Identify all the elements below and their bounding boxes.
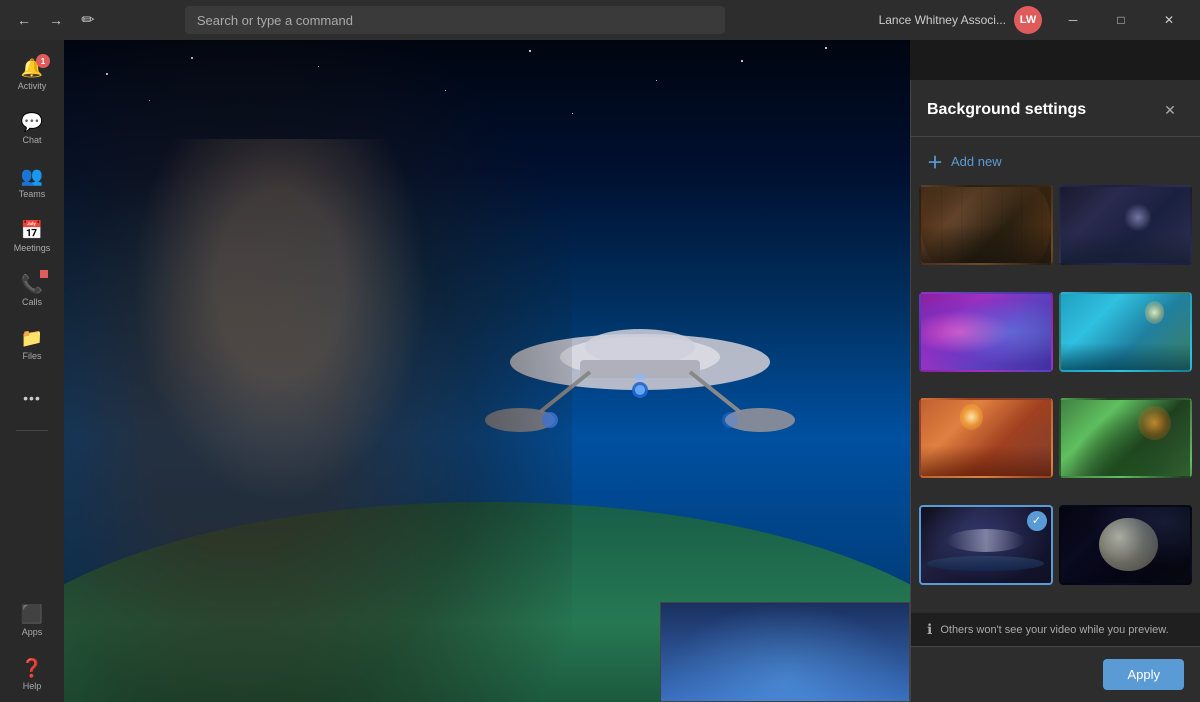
add-icon: ＋	[927, 149, 943, 173]
notice-bar: ℹ Others won't see your video while you …	[911, 613, 1200, 646]
thumb-overlay	[921, 446, 1051, 476]
title-bar: ← → ✏ Search or type a command Lance Whi…	[0, 0, 1200, 40]
sidebar-label-help: Help	[23, 681, 42, 691]
sidebar-item-help[interactable]: ❓ Help	[8, 648, 56, 700]
sidebar-item-apps[interactable]: ⬛ Apps	[8, 594, 56, 646]
video-preview-thumbnail	[660, 602, 910, 702]
face-highlight	[132, 139, 428, 503]
bg-thumbnail-4[interactable]	[1059, 292, 1193, 372]
meetings-icon: 📅	[21, 220, 43, 241]
apply-button[interactable]: Apply	[1103, 659, 1184, 690]
sidebar-divider	[16, 430, 48, 431]
sidebar-label-calls: Calls	[22, 297, 42, 307]
add-new-label: Add new	[951, 154, 1002, 169]
chat-icon: 💬	[21, 112, 43, 133]
star	[741, 60, 743, 62]
selected-checkmark: ✓	[1027, 511, 1047, 531]
sidebar-item-files[interactable]: 📁 Files	[8, 318, 56, 370]
info-icon: ℹ	[927, 621, 932, 638]
bg-thumbnail-1[interactable]	[919, 185, 1053, 265]
thumb-decoration	[921, 187, 960, 263]
add-new-button[interactable]: ＋ Add new	[911, 137, 1200, 185]
background-grid: ✓	[911, 185, 1200, 613]
bg-thumbnail-8[interactable]	[1059, 505, 1193, 585]
thumb-moon	[1125, 202, 1151, 232]
star	[572, 113, 573, 114]
sidebar-label-apps: Apps	[22, 627, 43, 637]
user-name-label: Lance Whitney Associ...	[879, 13, 1006, 27]
help-icon: ❓	[21, 658, 43, 679]
compose-button[interactable]: ✏	[74, 6, 102, 34]
sidebar-item-more[interactable]: •••	[8, 372, 56, 424]
thumb-ship	[947, 529, 1025, 552]
thumb-overlay	[1061, 343, 1191, 370]
panel-title: Background settings	[927, 101, 1086, 119]
nebula-blue	[921, 294, 1051, 370]
sidebar-label-teams: Teams	[19, 189, 46, 199]
thumb-space-bg	[1061, 507, 1191, 583]
thumb-ground	[1061, 400, 1191, 476]
thumb-sun2	[960, 404, 983, 431]
more-icon: •••	[23, 390, 41, 406]
nav-buttons: ← → ✏	[0, 6, 112, 34]
sidebar: 🔔 Activity 1 💬 Chat 👥 Teams 📅 Meetings 📞…	[0, 40, 64, 702]
sidebar-label-files: Files	[22, 351, 41, 361]
bg-thumbnail-2[interactable]	[1059, 185, 1193, 265]
bg-thumbnail-3[interactable]	[919, 292, 1053, 372]
search-bar[interactable]: Search or type a command	[185, 6, 725, 34]
thumb-overlay	[921, 187, 1051, 263]
sidebar-item-teams[interactable]: 👥 Teams	[8, 156, 56, 208]
notice-text: Others won't see your video while you pr…	[940, 624, 1168, 636]
files-icon: 📁	[21, 328, 43, 349]
sidebar-item-activity[interactable]: 🔔 Activity 1	[8, 48, 56, 100]
sidebar-label-activity: Activity	[18, 81, 47, 91]
forward-button[interactable]: →	[42, 6, 70, 34]
maximize-button[interactable]: □	[1098, 0, 1144, 40]
back-button[interactable]: ←	[10, 6, 38, 34]
minimize-button[interactable]: ─	[1050, 0, 1096, 40]
sidebar-label-chat: Chat	[22, 135, 41, 145]
sidebar-item-meetings[interactable]: 📅 Meetings	[8, 210, 56, 262]
bg-thumbnail-5[interactable]	[919, 398, 1053, 478]
sidebar-item-chat[interactable]: 💬 Chat	[8, 102, 56, 154]
activity-badge: 1	[36, 54, 50, 68]
star	[656, 80, 657, 81]
panel-header: Background settings ✕	[911, 80, 1200, 137]
bg-thumbnail-6[interactable]	[1059, 398, 1193, 478]
thumb-decoration	[1012, 187, 1051, 263]
thumb-earth	[927, 556, 1044, 571]
calls-badge	[40, 270, 48, 278]
thumb-sun	[1145, 301, 1164, 324]
teams-icon: 👥	[21, 166, 43, 187]
background-settings-panel: Background settings ✕ ＋ Add new	[910, 80, 1200, 702]
sidebar-item-calls[interactable]: 📞 Calls	[8, 264, 56, 316]
bg-thumbnail-7[interactable]: ✓	[919, 505, 1053, 585]
close-panel-button[interactable]: ✕	[1156, 96, 1184, 124]
user-avatar[interactable]: LW	[1014, 6, 1042, 34]
star	[825, 47, 827, 49]
title-right: Lance Whitney Associ... LW ─ □ ✕	[871, 0, 1200, 40]
thumb-planet	[1138, 406, 1170, 440]
video-area: Background settings ✕ ＋ Add new	[64, 40, 1200, 702]
search-placeholder: Search or type a command	[197, 13, 353, 28]
sidebar-label-meetings: Meetings	[14, 243, 51, 253]
close-button[interactable]: ✕	[1146, 0, 1192, 40]
apps-icon: ⬛	[21, 604, 43, 625]
window-controls: ─ □ ✕	[1050, 0, 1192, 40]
panel-footer: Apply	[911, 646, 1200, 702]
video-background	[64, 40, 910, 702]
thumb-overlay	[1061, 233, 1191, 263]
preview-overlay	[661, 603, 909, 701]
